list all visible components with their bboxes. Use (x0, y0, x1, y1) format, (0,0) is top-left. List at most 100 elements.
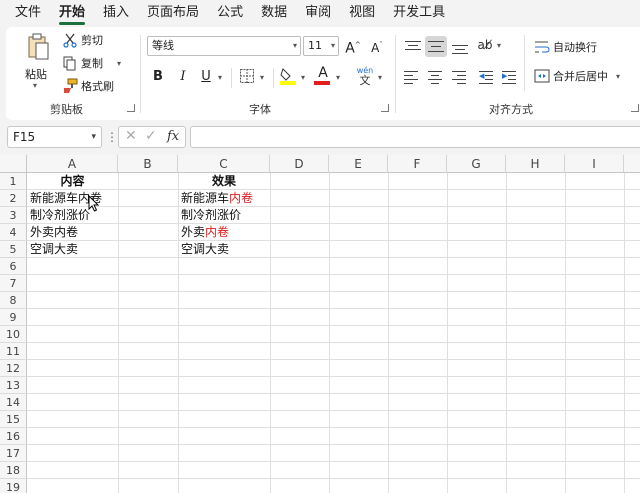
paste-button[interactable]: 粘贴 ▾ (19, 33, 53, 90)
font-name-select[interactable]: 等线 ▾ (147, 36, 301, 56)
increase-font-size-button[interactable]: A^ (345, 36, 361, 57)
alignment-group-label: 对齐方式 (489, 103, 533, 116)
wrap-text-button[interactable]: 自动换行 (534, 38, 597, 56)
menu-developer[interactable]: 开发工具 (384, 0, 454, 26)
increase-indent-icon[interactable]: ▶ (502, 70, 518, 84)
column-header-i[interactable]: I (565, 155, 624, 173)
underline-button[interactable]: U (198, 68, 214, 88)
merge-center-dropdown-icon[interactable]: ▾ (616, 72, 620, 81)
cell-c3[interactable]: 制冷剂涨价 (178, 207, 241, 224)
column-header-g[interactable]: G (447, 155, 506, 173)
gridline (27, 376, 640, 377)
paste-dropdown-icon[interactable]: ▾ (33, 81, 37, 90)
row-header-19[interactable]: 19 (0, 479, 27, 493)
align-middle-button[interactable] (425, 36, 447, 57)
decrease-font-size-button[interactable]: Aˇ (369, 36, 385, 56)
column-header-h[interactable]: H (506, 155, 565, 173)
gridline (506, 173, 507, 493)
borders-button[interactable] (238, 68, 256, 88)
row-header-18[interactable]: 18 (0, 462, 27, 479)
font-color-dropdown-icon[interactable]: ▾ (336, 73, 340, 82)
enter-icon[interactable]: ✓ (145, 128, 157, 144)
insert-function-button[interactable]: fx (167, 129, 179, 144)
decrease-indent-icon[interactable]: ◀ (479, 70, 495, 84)
cell-a1[interactable]: 内容 (27, 173, 118, 190)
menu-page-layout[interactable]: 页面布局 (138, 0, 208, 26)
cell-c5[interactable]: 空调大卖 (178, 241, 229, 258)
alignment-launcher-icon[interactable] (631, 104, 639, 112)
row-header-3[interactable]: 3 (0, 207, 27, 224)
cancel-icon[interactable]: ✕ (125, 128, 137, 144)
font-color-letter: A (318, 65, 328, 81)
row-header-10[interactable]: 10 (0, 326, 27, 343)
column-header-j[interactable] (624, 155, 640, 173)
row-header-7[interactable]: 7 (0, 275, 27, 292)
cut-button[interactable]: 剪切 (62, 31, 103, 49)
row-header-16[interactable]: 16 (0, 428, 27, 445)
spreadsheet-grid[interactable]: A B C D E F G H I 1 2 3 4 5 6 7 8 9 10 1… (0, 155, 640, 493)
row-header-2[interactable]: 2 (0, 190, 27, 207)
menu-view[interactable]: 视图 (340, 0, 384, 26)
phonetic-dropdown-icon[interactable]: ▾ (378, 73, 382, 82)
font-launcher-icon[interactable] (381, 104, 389, 112)
cut-label: 剪切 (81, 34, 103, 47)
menu-data[interactable]: 数据 (252, 0, 296, 26)
row-header-4[interactable]: 4 (0, 224, 27, 241)
row-header-11[interactable]: 11 (0, 343, 27, 360)
fill-color-button[interactable] (278, 66, 298, 86)
row-header-9[interactable]: 9 (0, 309, 27, 326)
merge-center-button[interactable]: 合并后居中 ▾ (534, 67, 620, 85)
menu-home[interactable]: 开始 (50, 0, 94, 26)
clipboard-launcher-icon[interactable] (127, 104, 135, 112)
name-box[interactable]: F15 ▾ (7, 126, 102, 148)
row-header-14[interactable]: 14 (0, 394, 27, 411)
copy-button[interactable]: 复制 ▾ (62, 54, 121, 72)
column-header-d[interactable]: D (270, 155, 329, 173)
cell-c1[interactable]: 效果 (178, 173, 270, 190)
fill-color-dropdown-icon[interactable]: ▾ (301, 73, 305, 82)
gridline (27, 223, 640, 224)
cell-a3[interactable]: 制冷剂涨价 (27, 207, 90, 224)
orientation-dropdown-icon[interactable]: ▾ (497, 41, 501, 50)
align-top-icon[interactable] (404, 39, 422, 55)
font-size-select[interactable]: 11 ▾ (303, 36, 339, 56)
italic-button[interactable]: I (175, 68, 191, 88)
row-header-6[interactable]: 6 (0, 258, 27, 275)
column-header-e[interactable]: E (329, 155, 388, 173)
cell-c4[interactable]: 外卖内卷 (178, 224, 229, 241)
align-left-icon[interactable] (404, 70, 420, 84)
menu-formulas[interactable]: 公式 (208, 0, 252, 26)
formula-input[interactable] (190, 126, 640, 148)
borders-dropdown-icon[interactable]: ▾ (260, 73, 264, 82)
align-right-icon[interactable] (452, 70, 468, 84)
more-options-icon[interactable]: ⋮ (106, 129, 118, 145)
format-painter-button[interactable]: 格式刷 (62, 77, 114, 95)
menu-review[interactable]: 审阅 (296, 0, 340, 26)
select-all-corner[interactable] (0, 155, 27, 173)
row-header-8[interactable]: 8 (0, 292, 27, 309)
cell-a5[interactable]: 空调大卖 (27, 241, 78, 258)
column-header-c[interactable]: C (178, 155, 270, 173)
column-header-b[interactable]: B (118, 155, 178, 173)
align-bottom-icon[interactable] (451, 39, 469, 55)
bold-button[interactable]: B (150, 68, 166, 88)
phonetic-button[interactable]: wén 文 (355, 66, 375, 86)
row-header-17[interactable]: 17 (0, 445, 27, 462)
cell-a4[interactable]: 外卖内卷 (27, 224, 78, 241)
row-header-12[interactable]: 12 (0, 360, 27, 377)
copy-dropdown-icon[interactable]: ▾ (117, 59, 121, 68)
row-header-13[interactable]: 13 (0, 377, 27, 394)
row-header-5[interactable]: 5 (0, 241, 27, 258)
row-header-15[interactable]: 15 (0, 411, 27, 428)
column-header-a[interactable]: A (27, 155, 118, 173)
wrap-text-icon (534, 39, 550, 55)
font-color-button[interactable]: A (314, 66, 332, 86)
cell-c2[interactable]: 新能源车内卷 (178, 190, 253, 207)
row-header-1[interactable]: 1 (0, 173, 27, 190)
orientation-icon[interactable]: ab̸ (476, 36, 494, 56)
column-header-f[interactable]: F (388, 155, 447, 173)
menu-insert[interactable]: 插入 (94, 0, 138, 26)
menu-file[interactable]: 文件 (0, 0, 50, 26)
align-center-icon[interactable] (428, 70, 444, 84)
underline-dropdown-icon[interactable]: ▾ (218, 73, 222, 82)
